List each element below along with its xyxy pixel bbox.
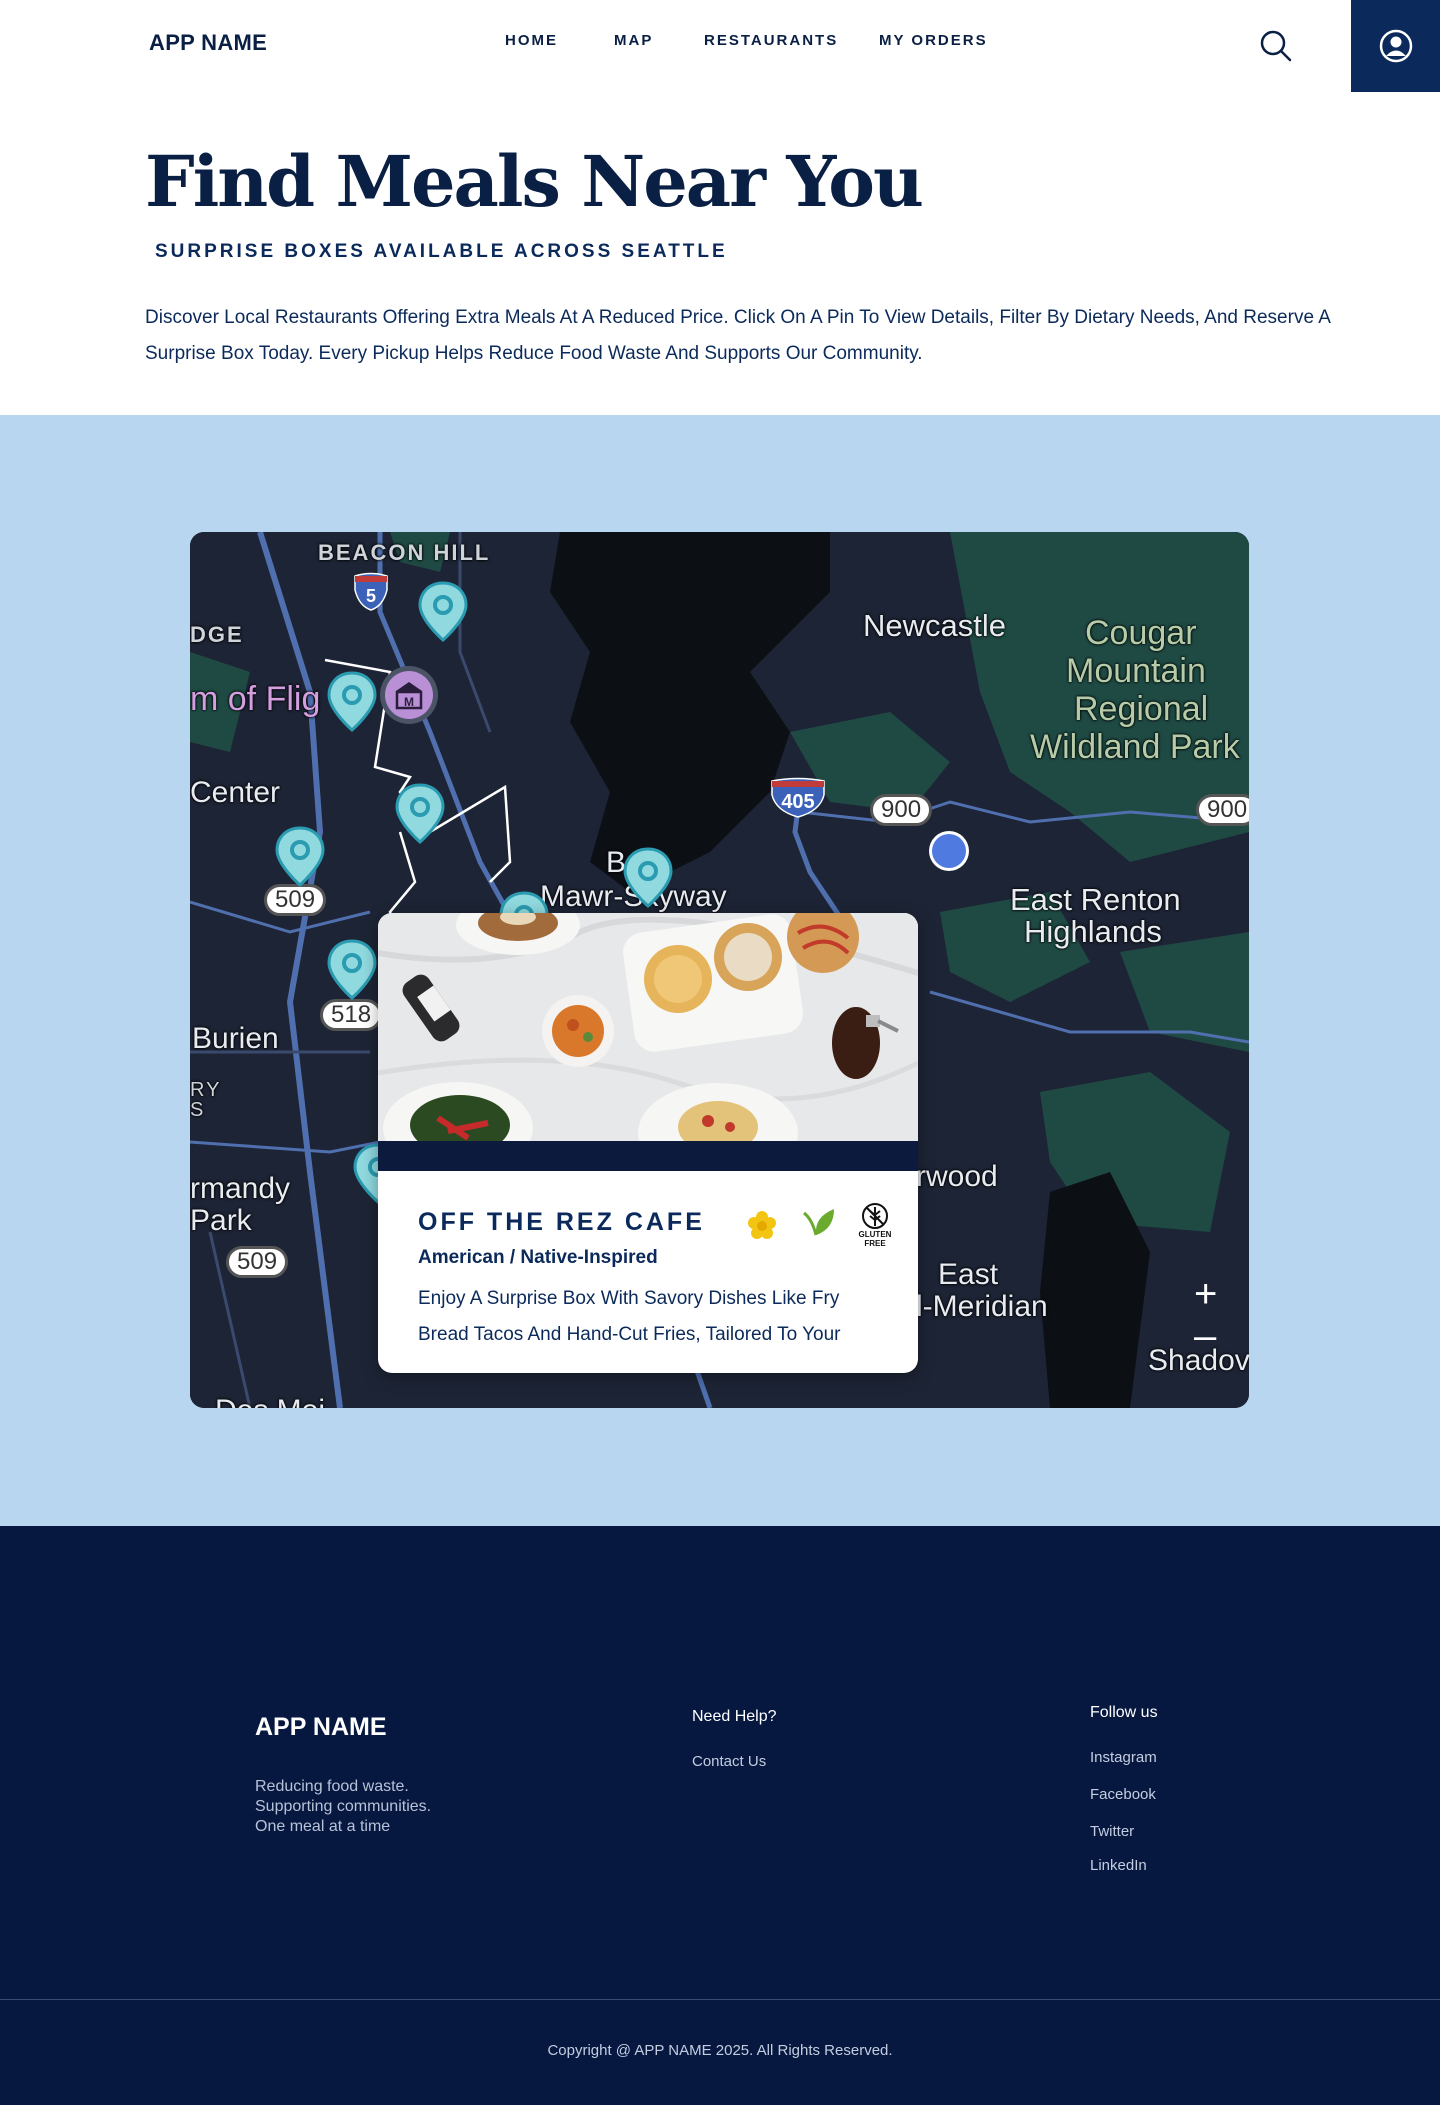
search-button[interactable] [1258,28,1294,64]
map-label-newcastle: Newcastle [863,608,1006,643]
restaurant-pin[interactable] [394,782,446,846]
footer-brand[interactable]: APP NAME [255,1713,387,1742]
brand-logo[interactable]: APP NAME [149,30,267,56]
user-location-icon [929,831,969,871]
nav-my-orders[interactable]: MY ORDERS [879,32,988,49]
footer-link-twitter[interactable]: Twitter [1090,1823,1134,1840]
restaurant-cuisine: American / Native-Inspired [418,1247,658,1268]
map-label-park: Park [190,1204,252,1237]
svg-text:GLUTEN: GLUTEN [859,1230,892,1239]
footer-link-linkedin[interactable]: LinkedIn [1090,1857,1147,1874]
footer-follow-heading: Follow us [1090,1704,1158,1721]
map-label-regional: Regional [1074,690,1209,728]
top-nav: APP NAME HOME MAP RESTAURANTS MY ORDERS [0,0,1440,92]
map-label-burien: Burien [192,1022,279,1055]
footer-tagline-line: One meal at a time [255,1818,391,1835]
copyright-text: Copyright @ APP NAME 2025. All Rights Re… [547,2042,893,2059]
footer-tagline: Reducing food waste. Supporting communit… [255,1777,431,1837]
route-badge: 900 [870,794,933,826]
restaurant-pin[interactable] [274,825,326,889]
map-label-wildland: Wildland Park [1030,728,1240,766]
map-label-des-moines: Des Moi [215,1396,325,1409]
map-label-fairwood: rwood [916,1160,998,1193]
restaurant-pin[interactable] [417,580,469,644]
map-label-east: East [938,1258,999,1291]
card-band [378,1141,918,1171]
footer-link-facebook[interactable]: Facebook [1090,1786,1156,1803]
svg-text:M: M [404,695,414,709]
map-label-normandy: rmandy [190,1172,291,1205]
map-label-ry2: S [190,1099,206,1121]
map-label-highlands: Highlands [1024,914,1162,949]
map-label-mountain: Mountain [1066,652,1206,690]
page-description: Discover Local Restaurants Offering Extr… [145,307,1330,364]
zoom-out-button[interactable]: – [1194,1316,1216,1356]
route-badge: 518 [320,999,383,1031]
route-badge: 900 [1196,794,1249,826]
route-badge: 509 [226,1246,289,1278]
footer-tagline-line: Supporting communities. [255,1798,432,1815]
restaurant-pin[interactable] [622,846,674,910]
gluten-free-icon: GLUTEN FREE [853,1201,897,1249]
food-photo [378,913,918,1141]
restaurant-name: OFF THE REZ CAFE [418,1208,705,1236]
interstate-5-shield: 5 [354,572,388,611]
footer-link-instagram[interactable]: Instagram [1090,1749,1157,1766]
nav-map[interactable]: MAP [614,32,653,49]
svg-text:FREE: FREE [864,1239,886,1248]
footer-help-heading: Need Help? [692,1708,777,1725]
map-label-dge: DGE [190,622,244,647]
nav-restaurants[interactable]: RESTAURANTS [704,32,838,49]
restaurant-pin[interactable] [326,670,378,734]
footer: APP NAME Reducing food waste. Supporting… [0,1526,1440,2105]
interstate-405-shield: 405 [771,777,825,818]
footer-link-contact[interactable]: Contact Us [692,1753,766,1770]
page-title: Find Meals Near You [145,140,924,223]
profile-button[interactable] [1351,0,1440,92]
user-circle-icon [1379,29,1412,63]
restaurant-description: Enjoy A Surprise Box With Savory Dishes … [418,1288,841,1345]
map-label-center: Center [190,776,281,809]
search-icon [1260,30,1292,62]
map-label-beacon-hill: BEACON HILL [318,540,491,565]
footer-tagline-line: Reducing food waste. [255,1778,409,1795]
flower-icon [742,1205,782,1245]
map-label-ry: RY [190,1079,222,1101]
map-section: BEACON HILL DGE m of Flig Center Burien … [0,415,1440,1526]
restaurant-card[interactable]: OFF THE REZ CAFE GLUTEN FREE American / … [378,913,918,1373]
map-label-east-renton: East Renton [1010,882,1181,917]
page-subtitle: SURPRISE BOXES AVAILABLE ACROSS SEATTLE [155,241,728,262]
restaurant-pin[interactable] [326,938,378,1002]
zoom-in-button[interactable]: + [1194,1274,1217,1314]
map-label-meridian: l-Meridian [916,1290,1048,1323]
footer-divider [0,1999,1440,2000]
map-label-cougar: Cougar [1085,614,1197,652]
museum-icon[interactable]: M [378,664,440,734]
map-label-museum: m of Flig [190,680,321,718]
interstate-5-label: 5 [366,586,376,606]
interstate-405-label: 405 [781,791,814,813]
vegan-leaf-icon [798,1205,838,1245]
nav-home[interactable]: HOME [505,32,558,49]
restaurant-map[interactable]: BEACON HILL DGE m of Flig Center Burien … [190,532,1249,1408]
